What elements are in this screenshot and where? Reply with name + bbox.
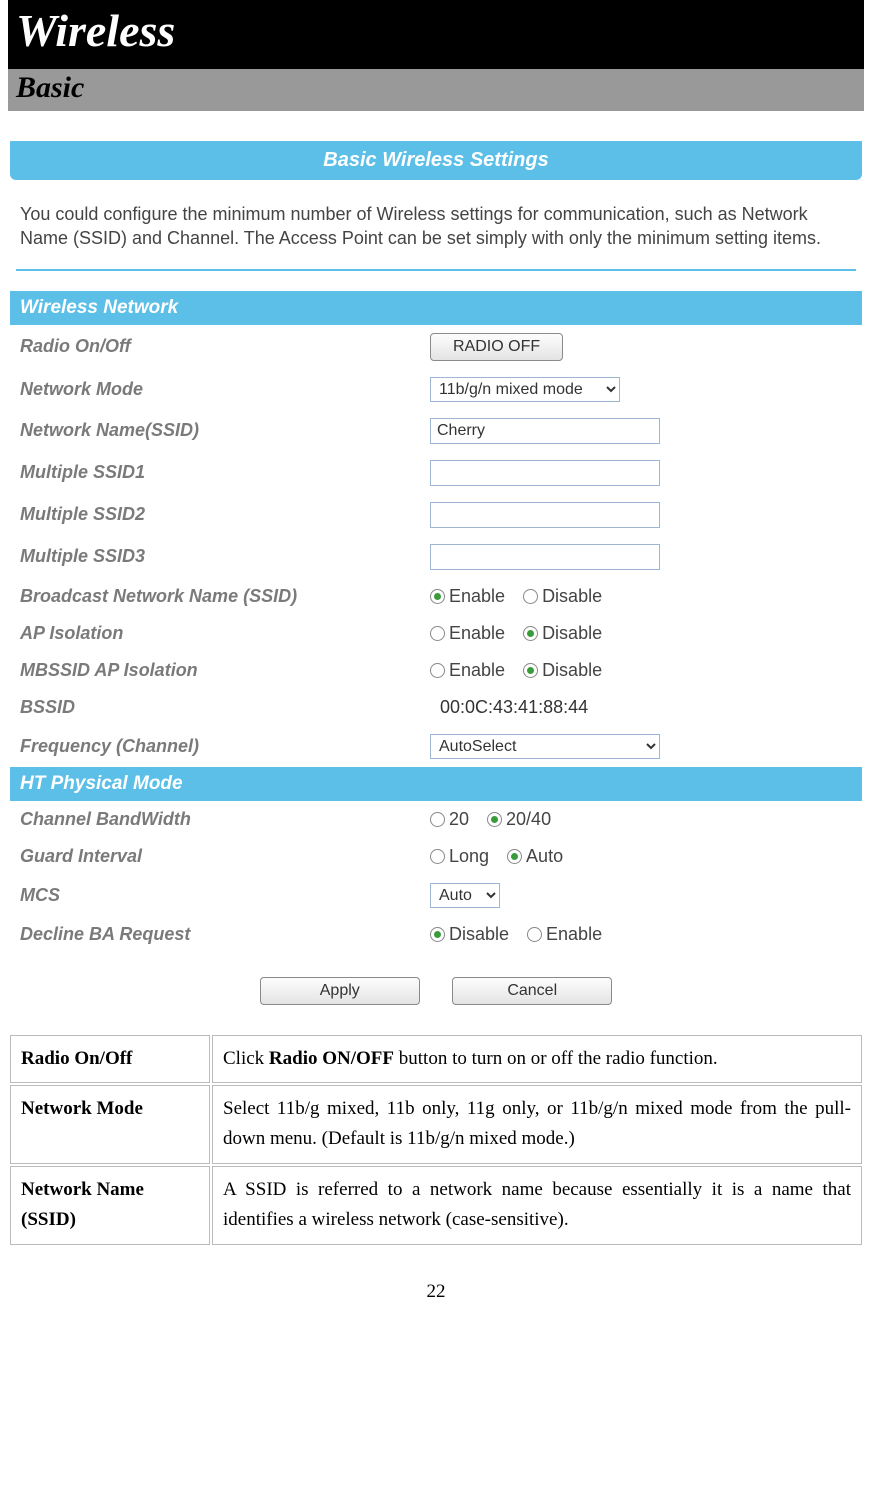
ssid-input[interactable] xyxy=(430,418,660,444)
row-broadcast-ssid: Broadcast Network Name (SSID) Enable Dis… xyxy=(10,578,862,615)
label-frequency: Frequency (Channel) xyxy=(20,736,430,757)
row-ssid: Network Name(SSID) xyxy=(10,410,862,452)
broadcast-disable-radio[interactable]: Disable xyxy=(523,586,602,607)
broadcast-enable-radio[interactable]: Enable xyxy=(430,586,505,607)
desc-key-radio: Radio On/Off xyxy=(10,1035,210,1083)
page-number: 22 xyxy=(8,1281,864,1303)
label-mssid2: Multiple SSID2 xyxy=(20,504,430,525)
mcs-select[interactable]: Auto xyxy=(430,883,500,908)
mbssid-disable-radio[interactable]: Disable xyxy=(523,660,602,681)
apply-button[interactable]: Apply xyxy=(260,977,420,1005)
radio-off-button[interactable]: RADIO OFF xyxy=(430,333,563,361)
label-bssid: BSSID xyxy=(20,697,430,718)
cbw-20-radio[interactable]: 20 xyxy=(430,809,469,830)
cbw-2040-radio[interactable]: 20/40 xyxy=(487,809,551,830)
page-title: Wireless xyxy=(16,4,856,57)
label-channel-bandwidth: Channel BandWidth xyxy=(20,809,430,830)
row-decline-ba: Decline BA Request Disable Enable xyxy=(10,916,862,953)
table-row: Network Mode Select 11b/g mixed, 11b onl… xyxy=(10,1085,862,1164)
label-guard-interval: Guard Interval xyxy=(20,846,430,867)
mssid3-input[interactable] xyxy=(430,544,660,570)
mbssid-enable-radio[interactable]: Enable xyxy=(430,660,505,681)
gi-long-radio[interactable]: Long xyxy=(430,846,489,867)
gi-auto-radio[interactable]: Auto xyxy=(507,846,563,867)
desc-key-ssid: Network Name (SSID) xyxy=(10,1166,210,1245)
desc-val-mode: Select 11b/g mixed, 11b only, 11g only, … xyxy=(212,1085,862,1164)
table-row: Network Name (SSID) A SSID is referred t… xyxy=(10,1166,862,1245)
panel-title: Basic Wireless Settings xyxy=(10,141,862,180)
page-subtitle: Basic xyxy=(16,71,856,105)
table-row: Radio On/Off Click Radio ON/OFF button t… xyxy=(10,1035,862,1083)
divider xyxy=(16,269,856,271)
frequency-select[interactable]: AutoSelect xyxy=(430,734,660,759)
desc-val-ssid: A SSID is referred to a network name bec… xyxy=(212,1166,862,1245)
label-radio-onoff: Radio On/Off xyxy=(20,336,430,357)
row-bssid: BSSID 00:0C:43:41:88:44 xyxy=(10,689,862,726)
label-ap-isolation: AP Isolation xyxy=(20,623,430,644)
apiso-disable-radio[interactable]: Disable xyxy=(523,623,602,644)
bssid-value: 00:0C:43:41:88:44 xyxy=(430,697,588,718)
label-mbssid-isolation: MBSSID AP Isolation xyxy=(20,660,430,681)
panel-intro: You could configure the minimum number o… xyxy=(10,180,862,269)
row-guard-interval: Guard Interval Long Auto xyxy=(10,838,862,875)
button-row: Apply Cancel xyxy=(10,953,862,1015)
mssid2-input[interactable] xyxy=(430,502,660,528)
cancel-button[interactable]: Cancel xyxy=(452,977,612,1005)
desc-key-mode: Network Mode xyxy=(10,1085,210,1164)
settings-panel: Basic Wireless Settings You could config… xyxy=(10,141,862,1015)
row-channel-bandwidth: Channel BandWidth 20 20/40 xyxy=(10,801,862,838)
network-mode-select[interactable]: 11b/g/n mixed mode xyxy=(430,377,620,402)
mssid1-input[interactable] xyxy=(430,460,660,486)
decline-disable-radio[interactable]: Disable xyxy=(430,924,509,945)
row-frequency: Frequency (Channel) AutoSelect xyxy=(10,726,862,767)
row-radio-onoff: Radio On/Off RADIO OFF xyxy=(10,325,862,369)
row-ap-isolation: AP Isolation Enable Disable xyxy=(10,615,862,652)
page-subtitle-bar: Basic xyxy=(8,69,864,111)
description-table: Radio On/Off Click Radio ON/OFF button t… xyxy=(8,1033,864,1247)
label-network-mode: Network Mode xyxy=(20,379,430,400)
label-broadcast-ssid: Broadcast Network Name (SSID) xyxy=(20,586,430,607)
row-mcs: MCS Auto xyxy=(10,875,862,916)
section-wireless-network: Wireless Network xyxy=(10,291,862,325)
row-mbssid-isolation: MBSSID AP Isolation Enable Disable xyxy=(10,652,862,689)
label-mcs: MCS xyxy=(20,885,430,906)
apiso-enable-radio[interactable]: Enable xyxy=(430,623,505,644)
row-mssid3: Multiple SSID3 xyxy=(10,536,862,578)
row-mssid2: Multiple SSID2 xyxy=(10,494,862,536)
decline-enable-radio[interactable]: Enable xyxy=(527,924,602,945)
desc-val-radio: Click Radio ON/OFF button to turn on or … xyxy=(212,1035,862,1083)
label-mssid1: Multiple SSID1 xyxy=(20,462,430,483)
row-mssid1: Multiple SSID1 xyxy=(10,452,862,494)
page-title-bar: Wireless xyxy=(8,0,864,69)
row-network-mode: Network Mode 11b/g/n mixed mode xyxy=(10,369,862,410)
label-mssid3: Multiple SSID3 xyxy=(20,546,430,567)
section-ht-physical: HT Physical Mode xyxy=(10,767,862,801)
label-decline-ba: Decline BA Request xyxy=(20,924,430,945)
label-ssid: Network Name(SSID) xyxy=(20,420,430,441)
